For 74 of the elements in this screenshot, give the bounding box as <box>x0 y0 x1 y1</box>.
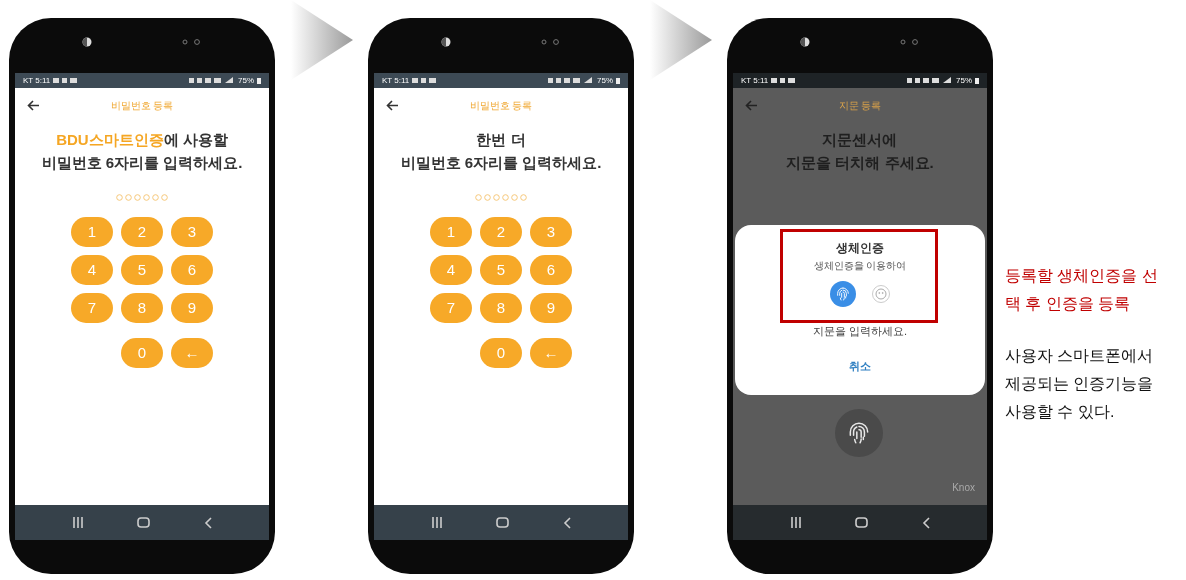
battery-level: 75% <box>597 74 613 87</box>
instruction-text: 지문센서에 <box>822 130 898 149</box>
keypad-key[interactable]: 3 <box>171 217 213 247</box>
recent-apps-icon[interactable] <box>71 517 84 528</box>
camera-icon <box>800 36 810 47</box>
recent-apps-icon[interactable] <box>430 517 443 528</box>
camera-icon <box>441 36 451 47</box>
sensor-icon <box>182 38 202 45</box>
instruction-text: 지문을 터치해 주세요. <box>786 153 934 172</box>
keypad-key[interactable]: 7 <box>430 293 472 323</box>
status-icons <box>189 77 235 84</box>
battery-icon <box>257 77 261 84</box>
instruction-text: 비밀번호 6자리를 입력하세요. <box>400 153 602 172</box>
back-icon[interactable] <box>922 516 931 529</box>
dialog-message: 지문을 입력하세요. <box>812 324 908 339</box>
camera-icon <box>82 36 92 47</box>
status-icons <box>907 77 953 84</box>
keypad-key[interactable]: 5 <box>121 255 163 285</box>
carrier-time: KT 5:11 <box>741 74 769 87</box>
annotation-text: 등록할 생체인증을 선택 후 인증을 등록 <box>1005 266 1159 314</box>
fingerprint-sensor-button[interactable] <box>835 409 883 457</box>
status-icons <box>53 77 80 84</box>
keypad-key[interactable]: 6 <box>171 255 213 285</box>
recent-apps-icon[interactable] <box>789 517 802 528</box>
back-arrow-icon[interactable] <box>386 99 399 111</box>
keypad-key[interactable]: 1 <box>71 217 113 247</box>
back-arrow-icon[interactable] <box>27 99 40 111</box>
back-icon[interactable] <box>563 516 572 529</box>
screen-title: 지문 등록 <box>837 98 883 113</box>
home-icon[interactable] <box>855 517 869 528</box>
status-icons <box>412 77 439 84</box>
keypad-key[interactable]: ← <box>530 338 572 368</box>
annotation-text: 사용자 스마트폰에서 제공되는 인증기능을 사용할 수 있다. <box>1005 346 1155 422</box>
carrier-time: KT 5:11 <box>23 74 51 87</box>
keypad-key[interactable]: 8 <box>121 293 163 323</box>
cancel-button[interactable]: 취소 <box>843 357 877 374</box>
screen-title: 비밀번호 등록 <box>109 98 175 113</box>
keypad-key[interactable]: 0 <box>121 338 163 368</box>
keypad-key[interactable]: 8 <box>480 293 522 323</box>
dialog-title: 생체인증 <box>836 240 884 257</box>
instruction-text: 비밀번호 6자리를 입력하세요. <box>41 153 243 172</box>
battery-icon <box>975 77 979 84</box>
keypad-key[interactable]: 9 <box>171 293 213 323</box>
fingerprint-option[interactable] <box>830 281 856 307</box>
sensor-icon <box>541 38 561 45</box>
keypad-key[interactable]: ← <box>171 338 213 368</box>
sensor-icon <box>900 38 920 45</box>
home-icon[interactable] <box>137 517 151 528</box>
face-icon <box>875 288 887 300</box>
keypad-key[interactable]: 9 <box>530 293 572 323</box>
keypad-key[interactable]: 1 <box>430 217 472 247</box>
keypad-key[interactable]: 2 <box>121 217 163 247</box>
screen-title: 비밀번호 등록 <box>468 98 534 113</box>
status-icons <box>548 77 594 84</box>
keypad-key[interactable]: 4 <box>71 255 113 285</box>
keypad-key[interactable]: 5 <box>480 255 522 285</box>
battery-icon <box>616 77 620 84</box>
keypad-key[interactable]: 4 <box>430 255 472 285</box>
home-icon[interactable] <box>496 517 510 528</box>
battery-level: 75% <box>956 74 972 87</box>
fingerprint-icon <box>835 286 851 302</box>
keypad-key[interactable]: 6 <box>530 255 572 285</box>
knox-label: Knox <box>952 481 975 495</box>
keypad-key[interactable]: 2 <box>480 217 522 247</box>
carrier-time: KT 5:11 <box>382 74 410 87</box>
instruction-text: 한번 더 <box>476 130 526 149</box>
keypad-key[interactable]: 3 <box>530 217 572 247</box>
status-icons <box>771 77 798 84</box>
battery-level: 75% <box>238 74 254 87</box>
back-icon[interactable] <box>204 516 213 529</box>
keypad-key[interactable]: 7 <box>71 293 113 323</box>
instruction-text: BDU스마트인증에 사용할 <box>56 130 228 149</box>
keypad-key[interactable]: 0 <box>480 338 522 368</box>
dialog-subtitle: 생체인증을 이용하여 <box>813 259 907 273</box>
